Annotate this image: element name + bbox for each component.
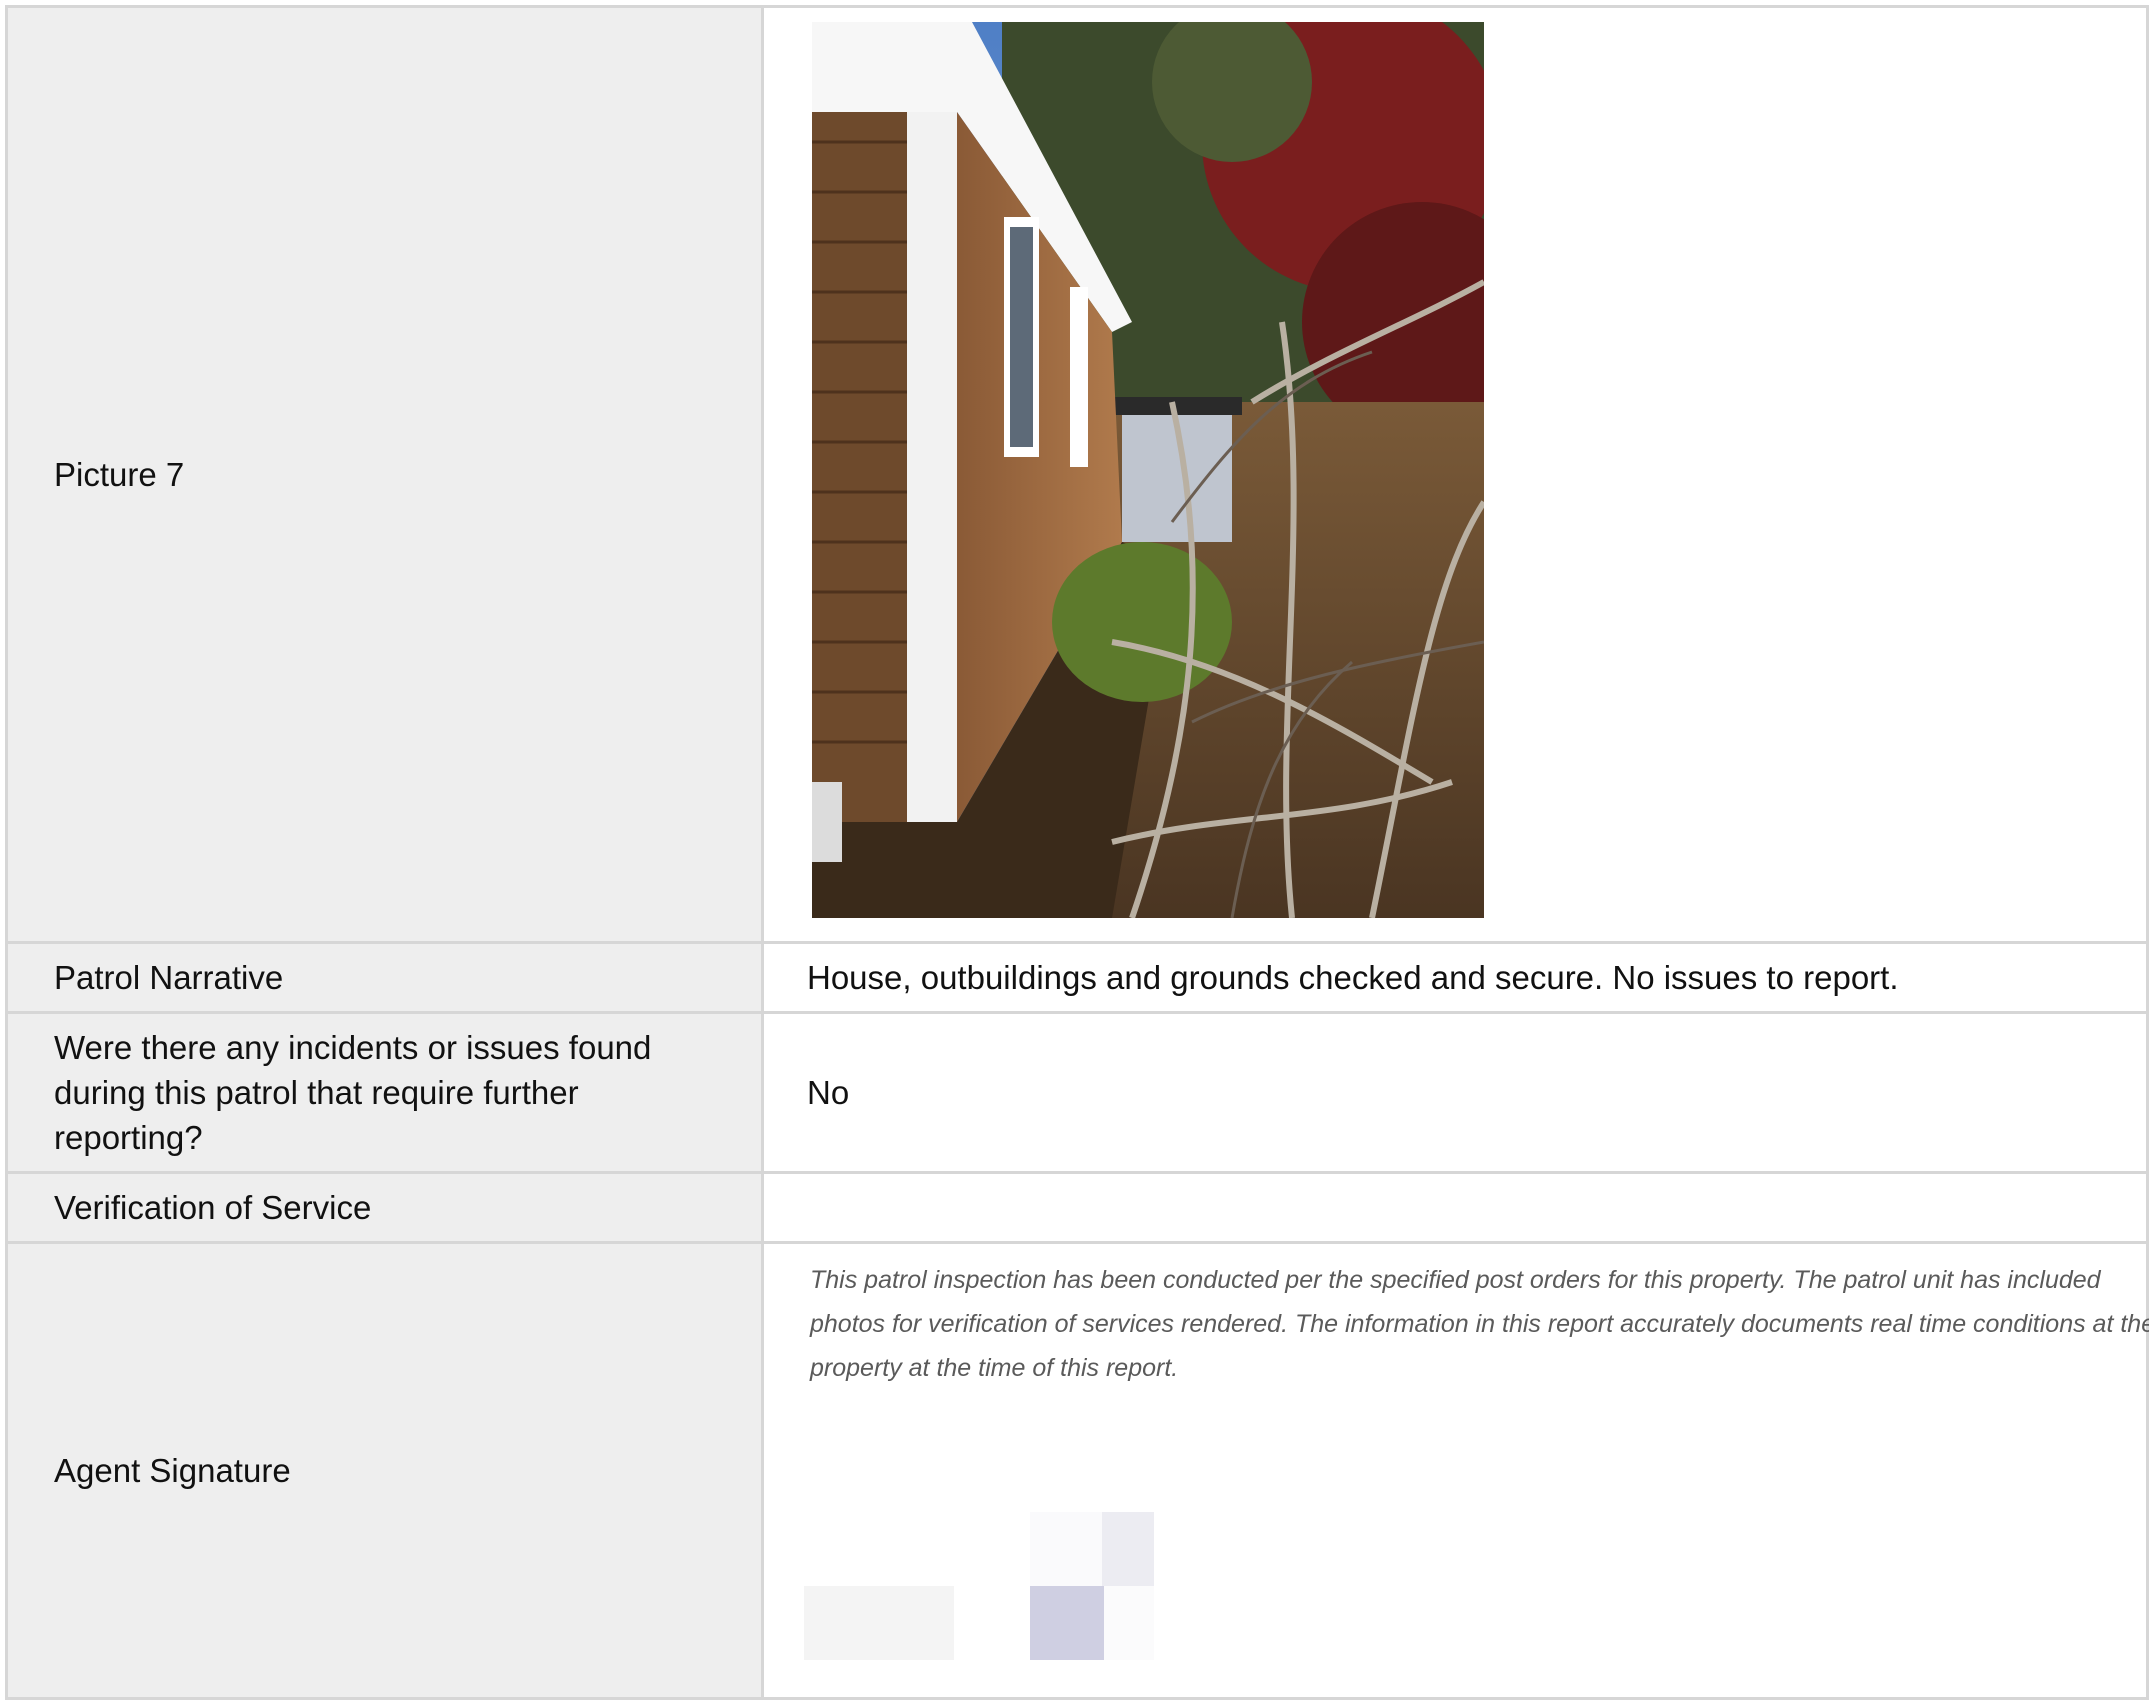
- narrative-label: Patrol Narrative: [5, 940, 764, 1014]
- incidents-label-cell: Were there any incidents or issues found…: [5, 1010, 764, 1174]
- signature-cell: This patrol inspection has been conducte…: [761, 1240, 2149, 1700]
- narrative-value: House, outbuildings and grounds checked …: [761, 940, 2149, 1014]
- property-photo: [812, 22, 1484, 918]
- table-row-picture: Picture 7: [5, 5, 2149, 944]
- verification-disclaimer: This patrol inspection has been conducte…: [810, 1265, 2149, 1382]
- incidents-value: No: [761, 1010, 2149, 1174]
- signature-label: Agent Signature: [5, 1240, 764, 1700]
- picture-label: Picture 7: [5, 5, 764, 944]
- table-row-incidents: Were there any incidents or issues found…: [5, 1010, 2149, 1174]
- table-row-verification: Verification of Service: [5, 1170, 2149, 1244]
- table-row-signature: Agent Signature This patrol inspection h…: [5, 1240, 2149, 1700]
- verification-label: Verification of Service: [5, 1170, 764, 1244]
- picture-cell: [761, 5, 2149, 944]
- signature-image: [804, 1511, 1164, 1662]
- table-row-narrative: Patrol Narrative House, outbuildings and…: [5, 940, 2149, 1014]
- incidents-label: Were there any incidents or issues found…: [54, 1028, 652, 1156]
- patrol-report-table: Picture 7 Patrol Narrative House, outbui…: [5, 5, 2149, 1700]
- verification-value: [761, 1170, 2149, 1244]
